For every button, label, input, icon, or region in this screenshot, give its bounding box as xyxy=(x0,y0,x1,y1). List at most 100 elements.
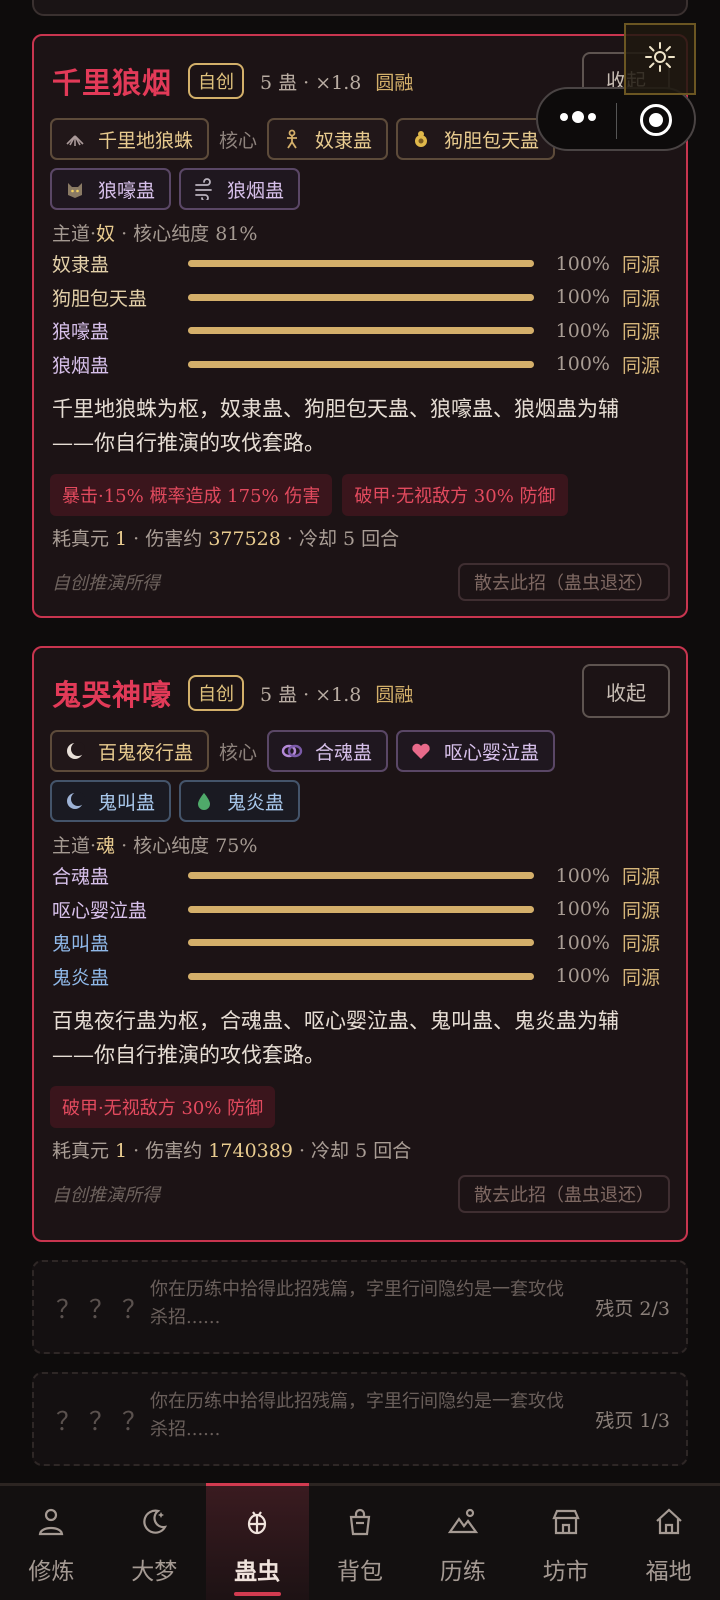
aux-gu-chip[interactable]: 奴隶蛊 xyxy=(267,118,389,160)
moon-icon xyxy=(138,1506,170,1542)
gourd-icon xyxy=(410,128,432,150)
synergy-row: 合魂蛊 100% 同源 xyxy=(52,864,661,889)
settings-button[interactable] xyxy=(624,23,696,95)
chip-label: 合魂蛊 xyxy=(315,741,373,764)
aux-gu-chip[interactable]: 合魂蛊 xyxy=(267,730,389,772)
sun-gear-icon xyxy=(642,39,678,79)
tab-label: 坊市 xyxy=(542,1559,589,1585)
tab-bag[interactable]: 背包 xyxy=(309,1486,412,1600)
previous-card-edge xyxy=(32,0,688,16)
fragment-text: 你在历练中拾得此招残篇，字里行间隐约是一套攻伐杀招...... xyxy=(150,1279,564,1328)
core-label: 核心 xyxy=(219,741,258,764)
self-made-badge: 自创 xyxy=(188,675,245,711)
fragment-card[interactable]: ？？？ 你在历练中拾得此招残篇，字里行间隐约是一套攻伐杀招...... 残页 2… xyxy=(32,1260,688,1354)
effect-tag-armor-break: 破甲·无视敌方 30% 防御 xyxy=(342,474,568,516)
flame-drop-icon xyxy=(193,790,215,812)
disperse-button[interactable]: 散去此招（蛊虫退还） xyxy=(458,563,670,601)
chip-label: 狼烟蛊 xyxy=(227,179,285,202)
collapse-button[interactable]: 收起 xyxy=(582,664,670,718)
gu-count-multiplier: 5 蛊 · ×1.8 xyxy=(260,683,362,706)
mini-program-capsule xyxy=(536,87,696,151)
tab-trial[interactable]: 历练 xyxy=(411,1486,514,1600)
bag-icon xyxy=(344,1506,376,1542)
shop-icon xyxy=(550,1506,582,1542)
skill-title: 千里狼烟 xyxy=(52,66,173,100)
aux-gu-chip[interactable]: 狼嚎蛊 xyxy=(50,168,172,210)
synergy-row: 狗胆包天蛊 100% 同源 xyxy=(52,286,661,310)
wind-icon xyxy=(193,178,215,200)
aux-gu-chip[interactable]: 狗胆包天蛊 xyxy=(396,118,556,160)
effect-tag-armor-break: 破甲·无视敌方 30% 防御 xyxy=(50,1086,276,1128)
gu-count-multiplier: 5 蛊 · ×1.8 xyxy=(260,71,362,94)
home-icon xyxy=(653,1506,685,1542)
synergy-row: 呕心婴泣蛊 100% 同源 xyxy=(52,898,661,922)
effect-tag-crit: 暴击·15% 概率造成 175% 伤害 xyxy=(50,474,333,516)
synergy-bar xyxy=(188,972,534,980)
tab-label: 修炼 xyxy=(28,1559,75,1585)
effect-list: 暴击·15% 概率造成 175% 伤害 破甲·无视敌方 30% 防御 xyxy=(50,474,568,516)
aux-gu-chip[interactable]: 呕心婴泣蛊 xyxy=(396,730,556,772)
aux-gu-chip[interactable]: 鬼炎蛊 xyxy=(179,780,301,822)
aux-gu-chip[interactable]: 鬼叫蛊 xyxy=(50,780,172,822)
main-path-purity: 主道·魂 · 核心纯度 75% xyxy=(52,835,258,857)
synergy-bar xyxy=(188,905,534,913)
person-icon xyxy=(35,1506,67,1542)
tab-label: 背包 xyxy=(337,1559,383,1585)
mountain-icon xyxy=(447,1506,479,1542)
synergy-bars: 合魂蛊 100% 同源 呕心婴泣蛊 100% 同源 鬼叫蛊 100% 同源 鬼炎… xyxy=(52,859,672,993)
bottom-tab-bar: 修炼 大梦 蛊虫 背包 历练 坊市 福地 xyxy=(0,1483,720,1600)
core-gu-chip[interactable]: 千里地狼蛛 xyxy=(50,118,210,160)
self-made-badge: 自创 xyxy=(188,63,245,99)
effect-list: 破甲·无视敌方 30% 防御 xyxy=(50,1086,276,1128)
capsule-divider xyxy=(616,103,617,139)
tab-label: 福地 xyxy=(645,1559,692,1585)
tab-blessed-land[interactable]: 福地 xyxy=(617,1486,720,1600)
fragment-page-count: 残页 1/3 xyxy=(595,1410,670,1432)
origin-note: 自创推演所得 xyxy=(52,1185,160,1206)
aux-gu-chip[interactable]: 狼烟蛊 xyxy=(179,168,301,210)
cost-line: 耗真元 1 · 伤害约 1740389 · 冷却 5 回合 xyxy=(52,1140,412,1162)
synergy-row: 狼烟蛊 100% 同源 xyxy=(52,353,661,377)
core-gu-chip[interactable]: 百鬼夜行蛊 xyxy=(50,730,210,772)
moon-icon xyxy=(64,790,86,812)
tab-gu[interactable]: 蛊虫 xyxy=(205,1483,309,1600)
core-label: 核心 xyxy=(219,129,258,152)
skill-title: 鬼哭神嚎 xyxy=(52,678,173,712)
chip-label: 呕心婴泣蛊 xyxy=(444,741,540,764)
chip-label: 狗胆包天蛊 xyxy=(444,129,540,152)
disperse-button[interactable]: 散去此招（蛊虫退还） xyxy=(458,1175,670,1213)
chip-label: 狼嚎蛊 xyxy=(98,179,156,202)
fragment-page-count: 残页 2/3 xyxy=(595,1298,670,1320)
synergy-row: 奴隶蛊 100% 同源 xyxy=(52,252,661,277)
synergy-row: 鬼叫蛊 100% 同源 xyxy=(52,931,661,956)
skill-description: 百鬼夜行蛊为枢，合魂蛊、呕心婴泣蛊、鬼叫蛊、鬼炎蛊为辅 ——你自行推演的攻伐套路… xyxy=(52,1009,619,1067)
tab-dream[interactable]: 大梦 xyxy=(103,1486,206,1600)
heart-icon xyxy=(410,740,432,762)
tab-cultivate[interactable]: 修炼 xyxy=(0,1486,103,1600)
fragment-card[interactable]: ？？？ 你在历练中拾得此招残篇，字里行间隐约是一套攻伐杀招...... 残页 1… xyxy=(32,1372,688,1466)
gu-chip-list: 百鬼夜行蛊 核心 合魂蛊 呕心婴泣蛊 鬼叫蛊 鬼炎蛊 xyxy=(50,730,670,822)
spider-fan-icon xyxy=(64,128,86,150)
close-target-icon[interactable] xyxy=(640,104,672,136)
ring-icon xyxy=(281,740,303,762)
crescent-moon-icon xyxy=(64,740,86,762)
more-icon[interactable] xyxy=(560,111,596,123)
main-path: 魂 xyxy=(96,835,116,857)
skill-description: 千里地狼蛛为枢，奴隶蛊、狗胆包天蛊、狼嚎蛊、狼烟蛊为辅 ——你自行推演的攻伐套路… xyxy=(52,397,619,455)
rank-label: 圆融 xyxy=(375,683,414,706)
damage-value: 1740389 xyxy=(208,1140,293,1162)
synergy-bars: 奴隶蛊 100% 同源 狗胆包天蛊 100% 同源 狼嚎蛊 100% 同源 狼烟… xyxy=(52,247,672,381)
wolf-icon xyxy=(64,178,86,200)
unknown-skill-mask: ？？？ xyxy=(56,1295,156,1324)
cost-line: 耗真元 1 · 伤害约 377528 · 冷却 5 回合 xyxy=(52,528,400,550)
synergy-bar xyxy=(188,360,534,368)
chip-label: 鬼炎蛊 xyxy=(227,791,285,814)
tab-market[interactable]: 坊市 xyxy=(514,1486,617,1600)
puppet-icon xyxy=(281,128,303,150)
chip-label: 百鬼夜行蛊 xyxy=(98,741,194,764)
synergy-bar xyxy=(188,260,534,268)
card-header: 千里狼烟 自创 5 蛊 · ×1.8 圆融 xyxy=(52,60,413,102)
tab-label: 大梦 xyxy=(131,1559,178,1585)
synergy-bar xyxy=(188,872,534,880)
synergy-bar xyxy=(188,327,534,335)
